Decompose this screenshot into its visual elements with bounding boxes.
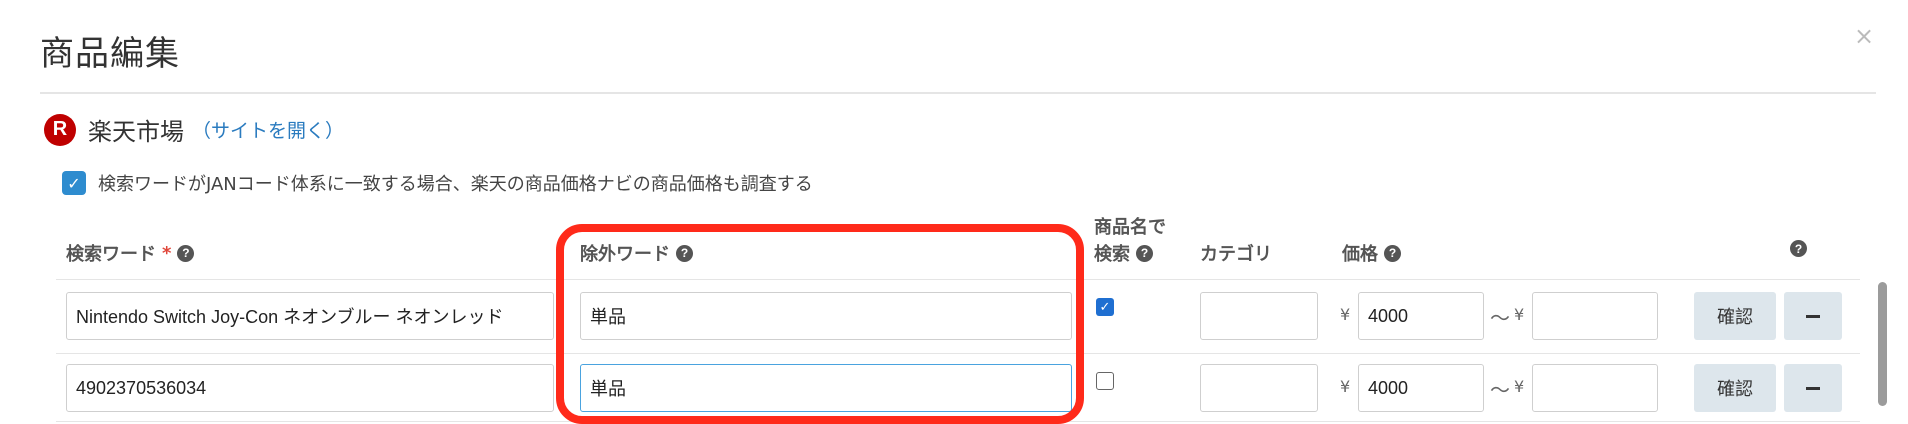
- yen-sign: ¥: [1340, 305, 1351, 324]
- shop-name: 楽天市場: [88, 118, 184, 146]
- scrollbar[interactable]: [1878, 282, 1887, 406]
- close-icon[interactable]: ×: [1854, 24, 1874, 48]
- column-header-price: 価格 ?: [1342, 240, 1401, 266]
- help-icon[interactable]: ?: [177, 244, 195, 262]
- shop-header: R 楽天市場 （サイトを開く）: [44, 112, 344, 147]
- rakuten-logo: R: [44, 113, 76, 146]
- price-min-input[interactable]: 4000: [1358, 292, 1484, 340]
- column-header-name-search: 検索 ?: [1094, 240, 1153, 266]
- yen-sign: ¥: [1514, 377, 1525, 396]
- modal-title: 商品編集: [40, 34, 180, 74]
- required-mark: *: [162, 242, 172, 264]
- yen-sign: ¥: [1514, 305, 1525, 324]
- category-input[interactable]: [1200, 292, 1318, 340]
- check-icon: ✓: [67, 173, 81, 193]
- price-max-input[interactable]: [1532, 292, 1658, 340]
- column-label-search-word: 検索ワード: [66, 244, 156, 265]
- column-label-name-search: 検索: [1094, 244, 1130, 265]
- header-divider: [40, 92, 1876, 94]
- category-input[interactable]: [1200, 364, 1318, 412]
- name-search-checkbox[interactable]: [1096, 372, 1114, 390]
- open-site-link[interactable]: （サイトを開く）: [192, 116, 344, 143]
- price-min-input[interactable]: 4000: [1358, 364, 1484, 412]
- search-word-input[interactable]: Nintendo Switch Joy-Con ネオンブルー ネオンレッド: [66, 292, 554, 340]
- remove-row-button[interactable]: [1784, 364, 1842, 412]
- column-header-category: カテゴリ: [1200, 244, 1272, 265]
- column-label-price: 価格: [1342, 244, 1378, 265]
- minus-icon: [1806, 314, 1820, 318]
- remove-row-button[interactable]: [1784, 292, 1842, 340]
- help-icon[interactable]: ?: [1790, 240, 1807, 257]
- column-header-search-word: 検索ワード * ?: [66, 240, 195, 266]
- range-separator: 〜: [1490, 378, 1510, 402]
- column-header-actions: ?: [1790, 240, 1807, 257]
- name-search-checkbox[interactable]: ✓: [1096, 298, 1114, 316]
- price-max-input[interactable]: [1532, 364, 1658, 412]
- check-icon: ✓: [1099, 299, 1111, 315]
- confirm-button[interactable]: 確認: [1694, 364, 1776, 412]
- jan-option-label: 検索ワードがJANコード体系に一致する場合、楽天の商品価格ナビの商品価格も調査す…: [98, 174, 813, 195]
- help-icon[interactable]: ?: [1384, 244, 1401, 262]
- help-icon[interactable]: ?: [1136, 244, 1153, 262]
- search-word-input[interactable]: 4902370536034: [66, 364, 554, 412]
- range-separator: 〜: [1490, 306, 1510, 330]
- jan-option: ✓ 検索ワードがJANコード体系に一致する場合、楽天の商品価格ナビの商品価格も調…: [62, 170, 813, 196]
- yen-sign: ¥: [1340, 377, 1351, 396]
- minus-icon: [1806, 386, 1820, 390]
- exclude-word-highlight: [556, 224, 1084, 424]
- column-header-name-search-line1: 商品名で: [1094, 217, 1166, 238]
- jan-option-checkbox[interactable]: ✓: [62, 171, 86, 195]
- confirm-button[interactable]: 確認: [1694, 292, 1776, 340]
